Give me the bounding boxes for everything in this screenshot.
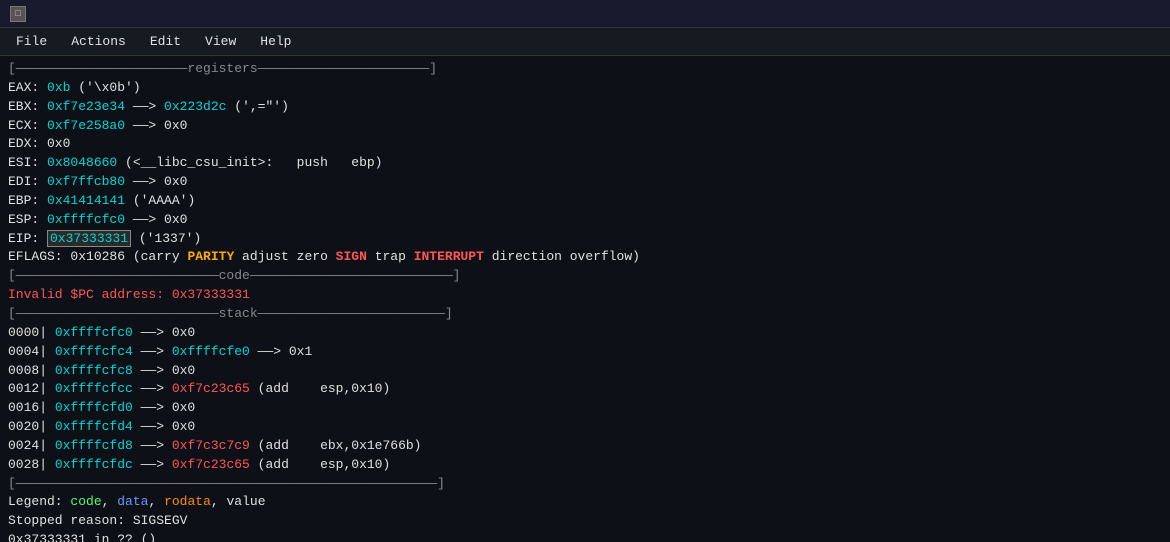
terminal-line-eax: EAX: 0xb ('\x0b') [8, 79, 1162, 98]
terminal-line-legend: Legend: code, data, rodata, value [8, 493, 1162, 512]
menubar: File Actions Edit View Help [0, 28, 1170, 56]
terminal-line-invalid-pc: Invalid $PC address: 0x37333331 [8, 286, 1162, 305]
terminal-line-eip: EIP: 0x37333331 ('1337') [8, 230, 1162, 249]
menu-actions[interactable]: Actions [61, 31, 136, 52]
menu-view[interactable]: View [195, 31, 246, 52]
terminal[interactable]: [——————————————————————registers————————… [0, 56, 1170, 542]
terminal-line-stopped: Stopped reason: SIGSEGV [8, 512, 1162, 531]
terminal-icon: □ [10, 6, 26, 22]
terminal-line-edi: EDI: 0xf7ffcb80 ——> 0x0 [8, 173, 1162, 192]
terminal-line-eflags: EFLAGS: 0x10286 (carry PARITY adjust zer… [8, 248, 1162, 267]
terminal-line-ebp: EBP: 0x41414141 ('AAAA') [8, 192, 1162, 211]
terminal-line-s0016: 0016| 0xffffcfd0 ——> 0x0 [8, 399, 1162, 418]
terminal-line-stack-divider: [——————————————————————————stack————————… [8, 305, 1162, 324]
terminal-line-s0020: 0020| 0xffffcfd4 ——> 0x0 [8, 418, 1162, 437]
terminal-line-s0028: 0028| 0xffffcfdc ——> 0xf7c23c65 (add esp… [8, 456, 1162, 475]
titlebar: □ [0, 0, 1170, 28]
terminal-line-edx: EDX: 0x0 [8, 135, 1162, 154]
terminal-line-reg-divider: [——————————————————————registers————————… [8, 60, 1162, 79]
terminal-line-ecx: ECX: 0xf7e258a0 ——> 0x0 [8, 117, 1162, 136]
terminal-line-s0004: 0004| 0xffffcfc4 ——> 0xffffcfe0 ——> 0x1 [8, 343, 1162, 362]
terminal-line-code-divider: [——————————————————————————code—————————… [8, 267, 1162, 286]
terminal-line-s0008: 0008| 0xffffcfc8 ——> 0x0 [8, 362, 1162, 381]
terminal-line-s0012: 0012| 0xffffcfcc ——> 0xf7c23c65 (add esp… [8, 380, 1162, 399]
menu-file[interactable]: File [6, 31, 57, 52]
terminal-line-ebx: EBX: 0xf7e23e34 ——> 0x223d2c (',="') [8, 98, 1162, 117]
terminal-line-end-divider: [———————————————————————————————————————… [8, 475, 1162, 494]
terminal-line-s0000: 0000| 0xffffcfc0 ——> 0x0 [8, 324, 1162, 343]
terminal-line-s0024: 0024| 0xffffcfd8 ——> 0xf7c3c7c9 (add ebx… [8, 437, 1162, 456]
menu-help[interactable]: Help [250, 31, 301, 52]
terminal-line-addr-line: 0x37333331 in ?? () [8, 531, 1162, 542]
menu-edit[interactable]: Edit [140, 31, 191, 52]
terminal-line-esp: ESP: 0xffffcfc0 ——> 0x0 [8, 211, 1162, 230]
terminal-line-esi: ESI: 0x8048660 (<__libc_csu_init>: push … [8, 154, 1162, 173]
titlebar-left: □ [10, 6, 34, 22]
